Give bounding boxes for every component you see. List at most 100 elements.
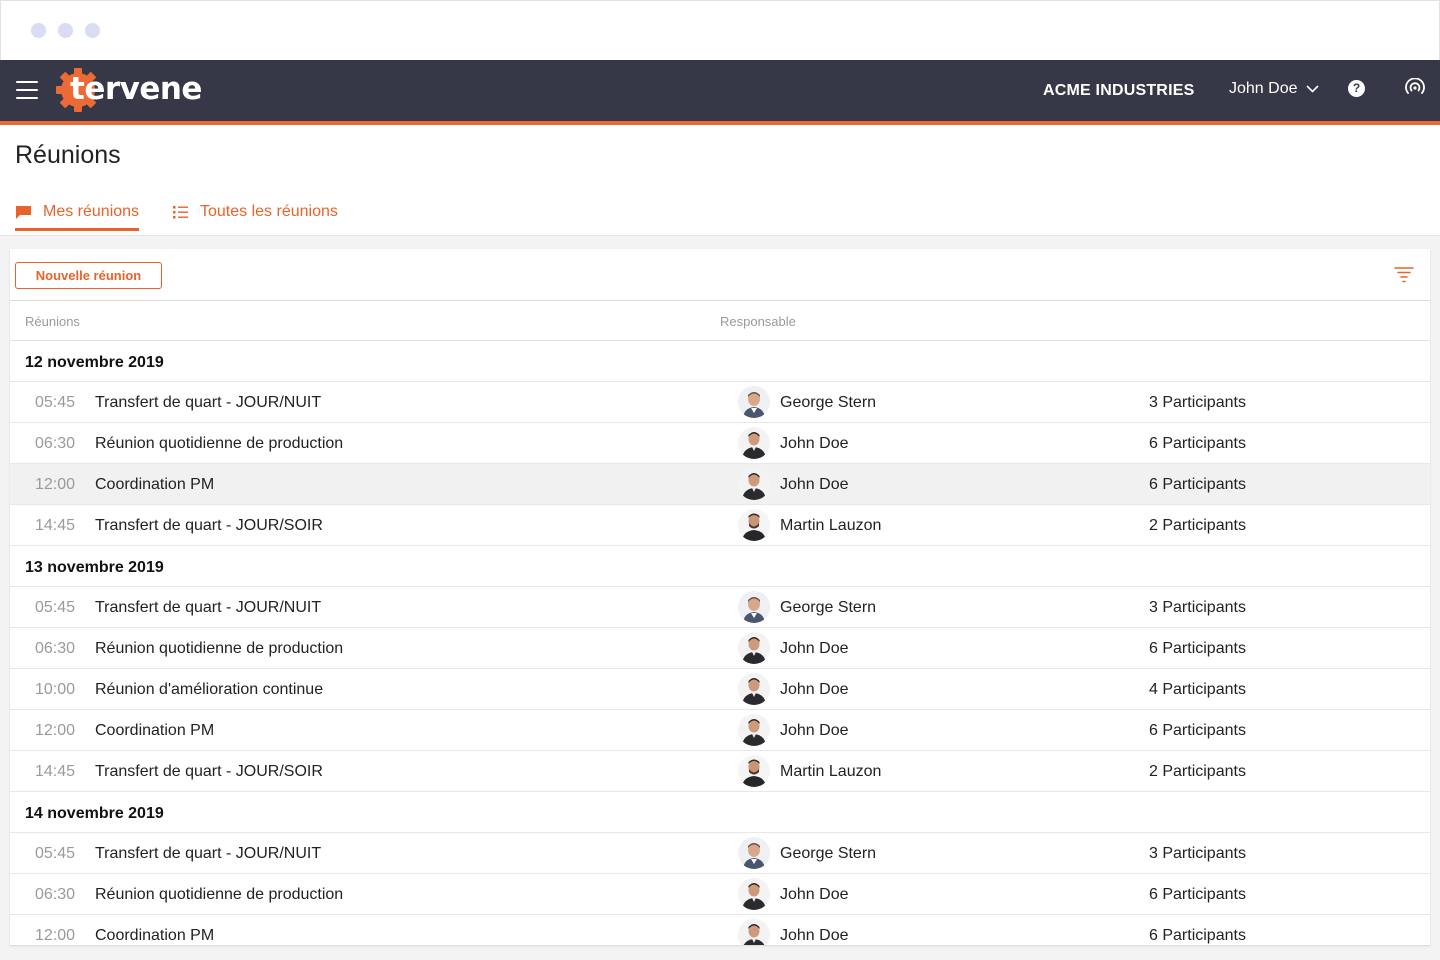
meeting-time: 05:45 — [35, 394, 76, 411]
table-header: Réunions Responsable — [10, 301, 1430, 341]
avatar — [738, 919, 770, 945]
meeting-row[interactable]: 06:30 Réunion quotidienne de production Jo… — [10, 628, 1430, 669]
column-owner[interactable]: Responsable — [720, 314, 796, 329]
user-menu[interactable]: John Doe — [1229, 80, 1319, 98]
avatar — [738, 591, 770, 623]
avatar — [738, 468, 770, 500]
avatar — [738, 632, 770, 664]
meeting-time: 06:30 — [35, 435, 76, 452]
avatar — [738, 755, 770, 787]
meeting-time: 06:30 — [35, 886, 76, 903]
meeting-row[interactable]: 05:45 Transfert de quart - JOUR/NUIT Georg… — [10, 587, 1430, 628]
window-titlebar — [0, 0, 1440, 60]
participants-count: 2 Participants — [1149, 517, 1246, 534]
avatar — [738, 386, 770, 418]
meeting-owner: John Doe — [780, 927, 849, 944]
avatar — [738, 878, 770, 910]
meeting-name: Réunion d'amélioration continue — [95, 681, 324, 698]
meeting-row[interactable]: 12:00 Coordination PM John Doe 6 Participan… — [10, 464, 1430, 505]
avatar — [738, 509, 770, 541]
meeting-groups: 12 novembre 2019 05:45 Transfert de quart … — [10, 341, 1430, 945]
meeting-time: 10:00 — [35, 681, 76, 698]
app-header: tervene ACME INDUSTRIES John Doe ? — [0, 60, 1440, 121]
avatar — [738, 427, 770, 459]
meeting-row[interactable]: 05:45 Transfert de quart - JOUR/NUIT Georg… — [10, 382, 1430, 423]
meeting-name: Réunion quotidienne de production — [95, 435, 344, 452]
meeting-name: Transfert de quart - JOUR/SOIR — [95, 517, 323, 534]
filter-icon[interactable] — [1394, 266, 1414, 283]
tab-label: Mes réunions — [43, 203, 140, 220]
meeting-owner: John Doe — [780, 681, 849, 698]
meeting-name: Transfert de quart - JOUR/NUIT — [95, 845, 322, 862]
participants-count: 3 Participants — [1149, 599, 1246, 616]
meeting-row[interactable]: 12:00 Coordination PM John Doe 6 Participan… — [10, 915, 1430, 945]
window-minimize-dot[interactable] — [58, 23, 73, 38]
group-date: 14 novembre 2019 — [25, 805, 164, 822]
group-date-header: 12 novembre 2019 — [10, 341, 1430, 382]
tervene-logo[interactable]: tervene — [54, 66, 214, 114]
participants-count: 3 Participants — [1149, 394, 1246, 411]
card-toolbar: Nouvelle réunion — [10, 249, 1430, 301]
meeting-name: Coordination PM — [95, 927, 215, 944]
avatar — [738, 837, 770, 869]
window-maximize-dot[interactable] — [85, 23, 100, 38]
group-date-header: 13 novembre 2019 — [10, 546, 1430, 587]
page-title: Réunions — [15, 141, 121, 169]
participants-count: 6 Participants — [1149, 435, 1246, 452]
meeting-name: Transfert de quart - JOUR/NUIT — [95, 394, 322, 411]
participants-count: 2 Participants — [1149, 763, 1246, 780]
meeting-name: Coordination PM — [95, 476, 215, 493]
tab-label: Toutes les réunions — [200, 203, 338, 220]
meeting-owner: John Doe — [780, 886, 849, 903]
avatar — [738, 714, 770, 746]
meeting-time: 06:30 — [35, 640, 76, 657]
meeting-time: 12:00 — [35, 927, 76, 944]
page-header: Réunions Mes réunions Toutes les réunion… — [0, 125, 1440, 236]
meeting-row[interactable]: 14:45 Transfert de quart - JOUR/SOIR Marti… — [10, 751, 1430, 792]
meeting-time: 14:45 — [35, 517, 76, 534]
meeting-owner: Martin Lauzon — [780, 763, 882, 780]
meeting-name: Réunion quotidienne de production — [95, 640, 344, 657]
broadcast-icon[interactable] — [1404, 78, 1426, 98]
column-meetings[interactable]: Réunions — [25, 314, 80, 329]
meeting-time: 14:45 — [35, 763, 76, 780]
meeting-name: Coordination PM — [95, 722, 215, 739]
meeting-row[interactable]: 12:00 Coordination PM John Doe 6 Participan… — [10, 710, 1430, 751]
group-date: 13 novembre 2019 — [25, 559, 164, 576]
group-date-header: 14 novembre 2019 — [10, 792, 1430, 833]
participants-count: 4 Participants — [1149, 681, 1246, 698]
new-meeting-button[interactable]: Nouvelle réunion — [15, 262, 162, 289]
participants-count: 3 Participants — [1149, 845, 1246, 862]
meeting-row[interactable]: 10:00 Réunion d'amélioration continue John… — [10, 669, 1430, 710]
meeting-time: 12:00 — [35, 476, 76, 493]
meeting-row[interactable]: 06:30 Réunion quotidienne de production Jo… — [10, 874, 1430, 915]
meeting-owner: George Stern — [780, 599, 877, 616]
user-name: John Doe — [1229, 80, 1298, 97]
help-icon[interactable]: ? — [1348, 80, 1365, 97]
tab-all-meetings[interactable]: Toutes les réunions — [172, 203, 338, 221]
meeting-owner: John Doe — [780, 435, 849, 452]
tab-my-meetings[interactable]: Mes réunions — [15, 203, 140, 231]
meeting-owner: John Doe — [780, 640, 849, 657]
hamburger-menu-icon[interactable] — [16, 81, 38, 99]
chevron-down-icon — [1305, 85, 1319, 93]
meeting-time: 12:00 — [35, 722, 76, 739]
participants-count: 6 Participants — [1149, 722, 1246, 739]
meeting-owner: John Doe — [780, 722, 849, 739]
company-name[interactable]: ACME INDUSTRIES — [1043, 82, 1194, 100]
window-close-dot[interactable] — [31, 23, 46, 38]
participants-count: 6 Participants — [1149, 886, 1246, 903]
participants-count: 6 Participants — [1149, 927, 1246, 944]
participants-count: 6 Participants — [1149, 476, 1246, 493]
meeting-time: 05:45 — [35, 845, 76, 862]
logo-wordmark: tervene — [70, 71, 202, 107]
meeting-row[interactable]: 06:30 Réunion quotidienne de production Jo… — [10, 423, 1430, 464]
group-date: 12 novembre 2019 — [25, 354, 164, 371]
meeting-time: 05:45 — [35, 599, 76, 616]
meetings-card: Nouvelle réunion Réunions Responsable 12… — [10, 249, 1430, 945]
participants-count: 6 Participants — [1149, 640, 1246, 657]
meeting-name: Transfert de quart - JOUR/NUIT — [95, 599, 322, 616]
meeting-row[interactable]: 14:45 Transfert de quart - JOUR/SOIR Marti… — [10, 505, 1430, 546]
meeting-row[interactable]: 05:45 Transfert de quart - JOUR/NUIT Georg… — [10, 833, 1430, 874]
list-icon — [173, 205, 188, 218]
